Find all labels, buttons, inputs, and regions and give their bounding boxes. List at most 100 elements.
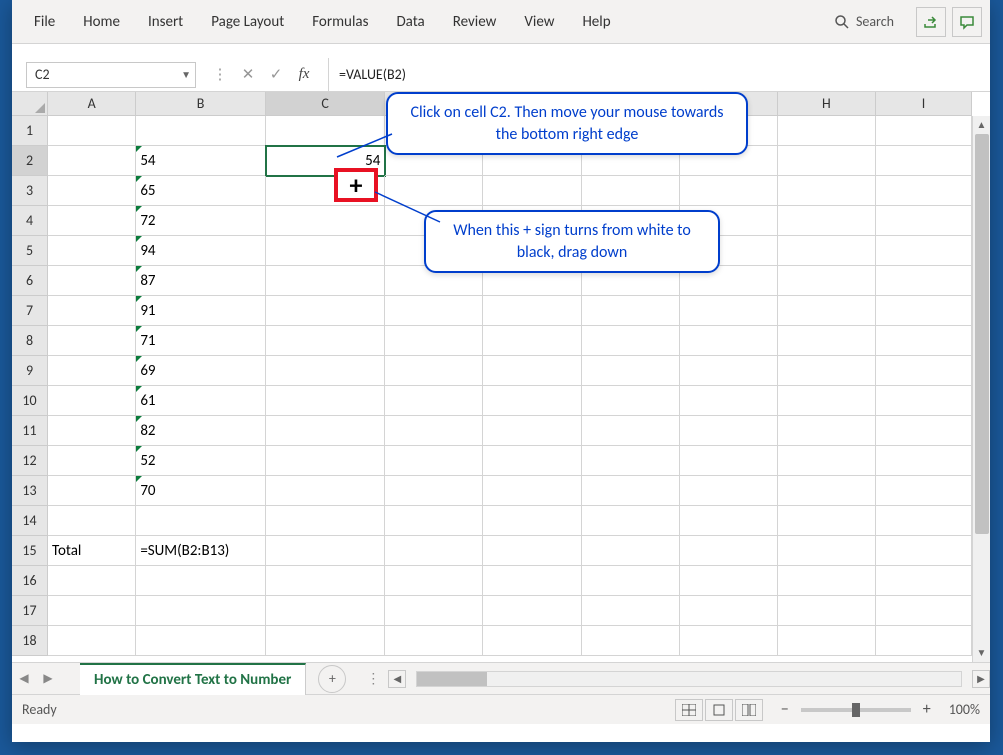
cell-A12[interactable] xyxy=(48,446,136,476)
cell-H10[interactable] xyxy=(778,386,876,416)
cell-F7[interactable] xyxy=(582,296,680,326)
cell-A9[interactable] xyxy=(48,356,136,386)
cell-A14[interactable] xyxy=(48,506,136,536)
share-button[interactable] xyxy=(916,7,946,37)
cell-B13[interactable]: 70 xyxy=(136,476,265,506)
cell-H9[interactable] xyxy=(778,356,876,386)
cell-C17[interactable] xyxy=(266,596,386,626)
sheet-nav-next[interactable]: ▶ xyxy=(36,671,60,686)
cell-I17[interactable] xyxy=(876,596,972,626)
cell-A13[interactable] xyxy=(48,476,136,506)
zoom-out-button[interactable]: − xyxy=(777,700,793,719)
sheet-tab-active[interactable]: How to Convert Text to Number xyxy=(80,663,306,695)
cell-H5[interactable] xyxy=(778,236,876,266)
cell-E10[interactable] xyxy=(483,386,581,416)
tab-view[interactable]: View xyxy=(510,3,568,41)
cell-E17[interactable] xyxy=(483,596,581,626)
cell-D13[interactable] xyxy=(385,476,483,506)
cell-B14[interactable] xyxy=(136,506,265,536)
cell-C7[interactable] xyxy=(266,296,386,326)
cell-I4[interactable] xyxy=(876,206,972,236)
cell-H6[interactable] xyxy=(778,266,876,296)
comments-button[interactable] xyxy=(952,7,982,37)
view-normal-button[interactable] xyxy=(675,699,703,721)
cell-I5[interactable] xyxy=(876,236,972,266)
cell-G10[interactable] xyxy=(680,386,778,416)
cell-E7[interactable] xyxy=(483,296,581,326)
cell-A2[interactable] xyxy=(48,146,136,176)
formula-input[interactable]: =VALUE(B2) xyxy=(328,58,990,91)
vscroll-thumb[interactable] xyxy=(975,134,989,534)
cell-A15[interactable]: Total xyxy=(48,536,136,566)
cell-G12[interactable] xyxy=(680,446,778,476)
cell-A10[interactable] xyxy=(48,386,136,416)
cell-A8[interactable] xyxy=(48,326,136,356)
cell-I8[interactable] xyxy=(876,326,972,356)
cell-C8[interactable] xyxy=(266,326,386,356)
cell-F9[interactable] xyxy=(582,356,680,386)
row-header-14[interactable]: 14 xyxy=(12,506,47,536)
cell-F15[interactable] xyxy=(582,536,680,566)
row-header-12[interactable]: 12 xyxy=(12,446,47,476)
tab-review[interactable]: Review xyxy=(439,3,511,41)
tab-pagelayout[interactable]: Page Layout xyxy=(197,3,298,41)
cell-A5[interactable] xyxy=(48,236,136,266)
cell-I3[interactable] xyxy=(876,176,972,206)
cell-H15[interactable] xyxy=(778,536,876,566)
cell-G3[interactable] xyxy=(680,176,778,206)
cell-F3[interactable] xyxy=(582,176,680,206)
cell-A16[interactable] xyxy=(48,566,136,596)
cell-E9[interactable] xyxy=(483,356,581,386)
cell-I7[interactable] xyxy=(876,296,972,326)
sheet-nav-prev[interactable]: ◀ xyxy=(12,671,36,686)
row-header-1[interactable]: 1 xyxy=(12,116,47,146)
cell-B12[interactable]: 52 xyxy=(136,446,265,476)
row-header-13[interactable]: 13 xyxy=(12,476,47,506)
cell-E14[interactable] xyxy=(483,506,581,536)
hscroll-left[interactable]: ◀ xyxy=(388,670,406,688)
cells-area[interactable]: 54546572948791716961825270Total=SUM(B2:B… xyxy=(48,116,972,662)
cell-I6[interactable] xyxy=(876,266,972,296)
cell-H8[interactable] xyxy=(778,326,876,356)
row-header-18[interactable]: 18 xyxy=(12,626,47,656)
row-header-9[interactable]: 9 xyxy=(12,356,47,386)
cell-H12[interactable] xyxy=(778,446,876,476)
cell-F16[interactable] xyxy=(582,566,680,596)
cell-H7[interactable] xyxy=(778,296,876,326)
tab-insert[interactable]: Insert xyxy=(134,3,197,41)
cell-B5[interactable]: 94 xyxy=(136,236,265,266)
dropdown-icon[interactable]: ▼ xyxy=(181,68,191,81)
cell-C18[interactable] xyxy=(266,626,386,656)
cell-H18[interactable] xyxy=(778,626,876,656)
cell-G11[interactable] xyxy=(680,416,778,446)
cell-C1[interactable] xyxy=(266,116,386,146)
cell-C14[interactable] xyxy=(266,506,386,536)
cell-I15[interactable] xyxy=(876,536,972,566)
col-header-H[interactable]: H xyxy=(778,92,876,115)
zoom-thumb[interactable] xyxy=(852,703,860,717)
cell-B10[interactable]: 61 xyxy=(136,386,265,416)
add-sheet-button[interactable]: + xyxy=(318,665,346,693)
fbar-dots-icon[interactable]: ⋮ xyxy=(210,65,230,84)
hscroll-right[interactable]: ▶ xyxy=(972,670,990,688)
cell-G7[interactable] xyxy=(680,296,778,326)
view-pagebreak-button[interactable] xyxy=(735,699,763,721)
cell-B8[interactable]: 71 xyxy=(136,326,265,356)
cell-F11[interactable] xyxy=(582,416,680,446)
cell-G8[interactable] xyxy=(680,326,778,356)
row-header-7[interactable]: 7 xyxy=(12,296,47,326)
cell-E15[interactable] xyxy=(483,536,581,566)
resize-dots-icon[interactable]: ⋮ xyxy=(366,670,382,687)
cell-H16[interactable] xyxy=(778,566,876,596)
cell-B3[interactable]: 65 xyxy=(136,176,265,206)
row-header-4[interactable]: 4 xyxy=(12,206,47,236)
tab-data[interactable]: Data xyxy=(382,3,438,41)
cell-E8[interactable] xyxy=(483,326,581,356)
scroll-up-icon[interactable]: ▲ xyxy=(973,116,990,134)
cell-D8[interactable] xyxy=(385,326,483,356)
tab-formulas[interactable]: Formulas xyxy=(298,3,382,41)
cell-E18[interactable] xyxy=(483,626,581,656)
row-header-17[interactable]: 17 xyxy=(12,596,47,626)
cell-H17[interactable] xyxy=(778,596,876,626)
cell-I9[interactable] xyxy=(876,356,972,386)
